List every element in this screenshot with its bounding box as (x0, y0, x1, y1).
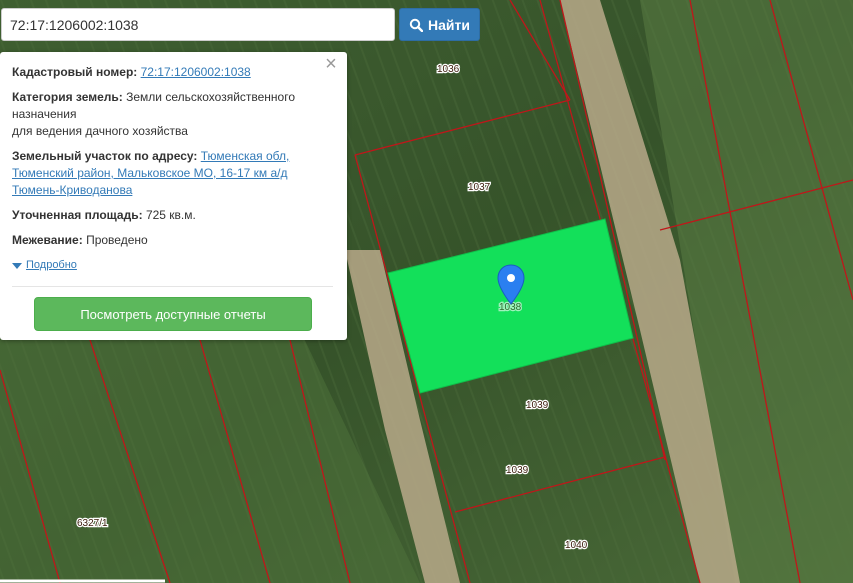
parcel-label-1039-lower: 1039 (506, 465, 529, 476)
details-toggle[interactable]: Подробно (12, 257, 335, 274)
area-label: Уточненная площадь: (12, 208, 143, 222)
search-button[interactable]: Найти (399, 8, 480, 41)
parcel-label-1040: 1040 (565, 540, 588, 551)
category-use: для ведения дачного хозяйства (12, 124, 188, 138)
caret-down-icon (12, 262, 22, 269)
address-row: Земельный участок по адресу: Тюменская о… (12, 148, 335, 199)
parcel-label-1037: 1037 (468, 182, 491, 193)
view-reports-button[interactable]: Посмотреть доступные отчеты (34, 297, 312, 331)
cadastral-label: Кадастровый номер: (12, 65, 138, 79)
cadastral-link[interactable]: 72:17:1206002:1038 (141, 65, 251, 79)
parcel-label-6327: 6327/1 (77, 518, 108, 529)
details-link[interactable]: Подробно (26, 257, 77, 274)
survey-value: Проведено (86, 233, 148, 247)
parcel-label-1039-upper: 1039 (526, 400, 549, 411)
search-button-label: Найти (428, 16, 470, 33)
address-label: Земельный участок по адресу: (12, 149, 198, 163)
search-box (1, 8, 395, 41)
survey-row: Межевание: Проведено (12, 232, 335, 249)
category-row: Категория земель: Земли сельскохозяйстве… (12, 89, 335, 140)
area-row: Уточненная площадь: 725 кв.м. (12, 207, 335, 224)
parcel-label-1036: 1036 (437, 64, 460, 75)
search-icon (409, 18, 424, 32)
category-label: Категория земель: (12, 90, 123, 104)
area-value: 725 кв.м. (145, 208, 196, 222)
cadastral-row: Кадастровый номер: 72:17:1206002:1038 (12, 64, 335, 81)
divider (12, 286, 333, 287)
survey-label: Межевание: (12, 233, 83, 247)
search-input[interactable] (2, 9, 394, 40)
parcel-info-card: × Кадастровый номер: 72:17:1206002:1038 … (0, 52, 347, 340)
close-icon[interactable]: × (323, 54, 339, 74)
